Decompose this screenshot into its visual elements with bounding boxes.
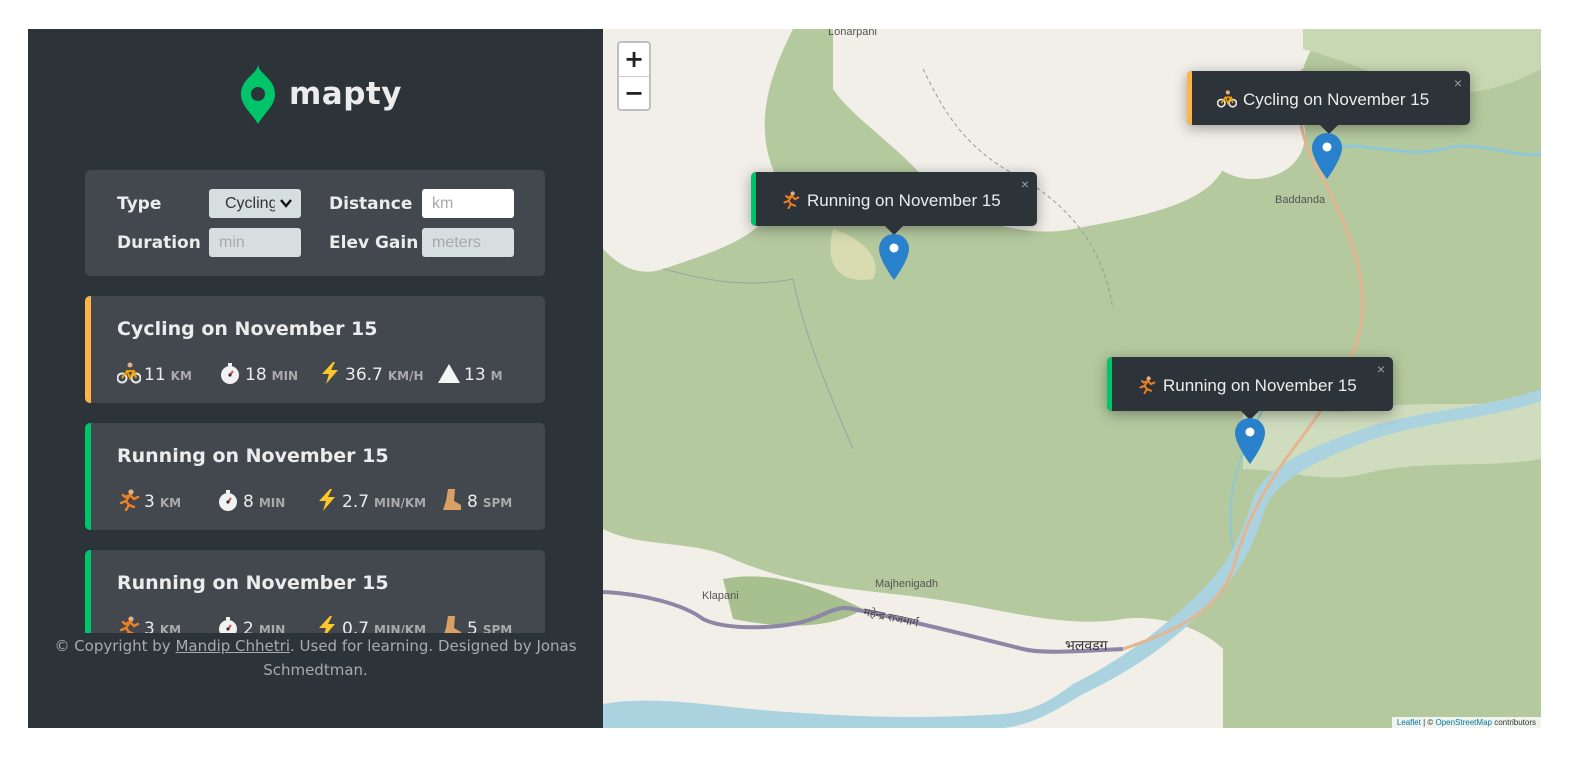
foot-icon	[444, 616, 461, 633]
lightning-icon	[322, 362, 338, 384]
stopwatch-icon	[219, 490, 237, 511]
popup-close-button[interactable]: ×	[1454, 75, 1462, 91]
place-label: Loharpani	[828, 29, 877, 38]
workout-elevation: 13 M	[437, 358, 503, 385]
workout-popup-running[interactable]: Running on November 15 ×	[1107, 357, 1393, 420]
mapty-app: mapty Type Cycling Distance Duration Ele…	[28, 29, 1541, 728]
workout-distance: 11 KM	[117, 358, 192, 385]
duration-label: Duration	[117, 233, 201, 253]
workout-pace: 2.7 MIN/KM	[315, 485, 426, 512]
place-label: Baddanda	[1275, 194, 1326, 206]
elev-gain-input[interactable]	[422, 228, 514, 257]
workout-item-cycling[interactable]: Cycling on November 15 11 KM 18 MIN 36.7 KM…	[85, 296, 545, 403]
workout-title: Running on November 15	[117, 572, 389, 594]
elev-gain-label: Elev Gain	[329, 233, 419, 253]
workout-form: Type Cycling Distance Duration Elev Gain	[85, 170, 545, 276]
map-pin-logo-icon	[241, 64, 275, 124]
foot-icon	[443, 489, 461, 510]
map-attribution: Leaflet | © OpenStreetMap contributors	[1391, 717, 1541, 728]
map-tiles	[603, 29, 1541, 728]
lightning-icon	[319, 616, 335, 633]
runner-icon	[119, 489, 140, 511]
workout-popup-cycling[interactable]: Cycling on November 15 ×	[1187, 71, 1470, 134]
zoom-control: + −	[617, 41, 651, 111]
popup-close-button[interactable]: ×	[1377, 361, 1385, 377]
copyright: © Copyright by Mandip Chhetri. Used for …	[54, 637, 577, 679]
map-marker-icon[interactable]	[1235, 418, 1265, 464]
logo: mapty	[241, 64, 402, 124]
type-label: Type	[117, 194, 162, 214]
leaflet-link[interactable]: Leaflet	[1397, 718, 1421, 727]
workout-cadence: 8 SPM	[440, 485, 512, 512]
workout-cadence: 5 SPM	[440, 612, 512, 633]
type-select[interactable]: Cycling	[209, 189, 301, 218]
workout-duration: 2 MIN	[216, 612, 285, 633]
stopwatch-icon	[221, 363, 239, 384]
runner-icon	[783, 190, 800, 209]
popup-text: Running on November 15	[807, 190, 1001, 210]
zoom-in-button[interactable]: +	[619, 43, 649, 77]
osm-link[interactable]: OpenStreetMap	[1435, 718, 1491, 727]
stopwatch-icon	[219, 617, 237, 633]
bicycle-icon	[117, 362, 141, 384]
zoom-out-button[interactable]: −	[619, 77, 649, 110]
map[interactable]: Loharpani Baddanda Klapani Majhenigadh भ…	[603, 29, 1541, 728]
workout-title: Running on November 15	[117, 445, 389, 467]
runner-icon	[1139, 375, 1156, 394]
popup-text: Cycling on November 15	[1243, 89, 1430, 109]
distance-input[interactable]	[422, 189, 514, 218]
distance-label: Distance	[329, 194, 413, 214]
workout-color-bar	[85, 550, 91, 633]
popup-close-button[interactable]: ×	[1021, 176, 1029, 192]
mountain-icon	[438, 364, 460, 383]
workout-distance: 3 KM	[117, 485, 181, 512]
app-name: mapty	[289, 76, 402, 112]
workout-list: Cycling on November 15 11 KM 18 MIN 36.7 KM…	[85, 296, 545, 633]
place-label: Majhenigadh	[875, 578, 938, 590]
chevron-down-icon	[280, 199, 292, 208]
workout-color-bar	[85, 423, 91, 530]
place-label: भलवडग	[1065, 637, 1108, 653]
runner-icon	[119, 616, 140, 633]
popup-text: Running on November 15	[1163, 375, 1357, 395]
type-select-value: Cycling	[225, 194, 275, 212]
map-marker-icon[interactable]	[879, 234, 909, 280]
workout-distance: 3 KM	[117, 612, 181, 633]
workout-popup-running[interactable]: Running on November 15 ×	[751, 172, 1037, 235]
workout-color-bar	[85, 296, 91, 403]
bicycle-icon	[1217, 89, 1237, 108]
workout-duration: 18 MIN	[218, 358, 298, 385]
workout-speed: 36.7 KM/H	[318, 358, 424, 385]
author-link[interactable]: Mandip Chhetri	[175, 637, 290, 655]
lightning-icon	[319, 489, 335, 511]
workout-title: Cycling on November 15	[117, 318, 378, 340]
duration-input[interactable]	[209, 228, 301, 257]
sidebar: mapty Type Cycling Distance Duration Ele…	[28, 29, 603, 728]
place-label: Klapani	[702, 590, 739, 602]
workout-pace: 0.7 MIN/KM	[315, 612, 426, 633]
map-marker-icon[interactable]	[1312, 133, 1342, 179]
workout-item-running[interactable]: Running on November 15 3 KM 2 MIN 0.7 MIN/K…	[85, 550, 545, 633]
workout-item-running[interactable]: Running on November 15 3 KM 8 MIN 2.7 MIN/K…	[85, 423, 545, 530]
workout-duration: 8 MIN	[216, 485, 285, 512]
